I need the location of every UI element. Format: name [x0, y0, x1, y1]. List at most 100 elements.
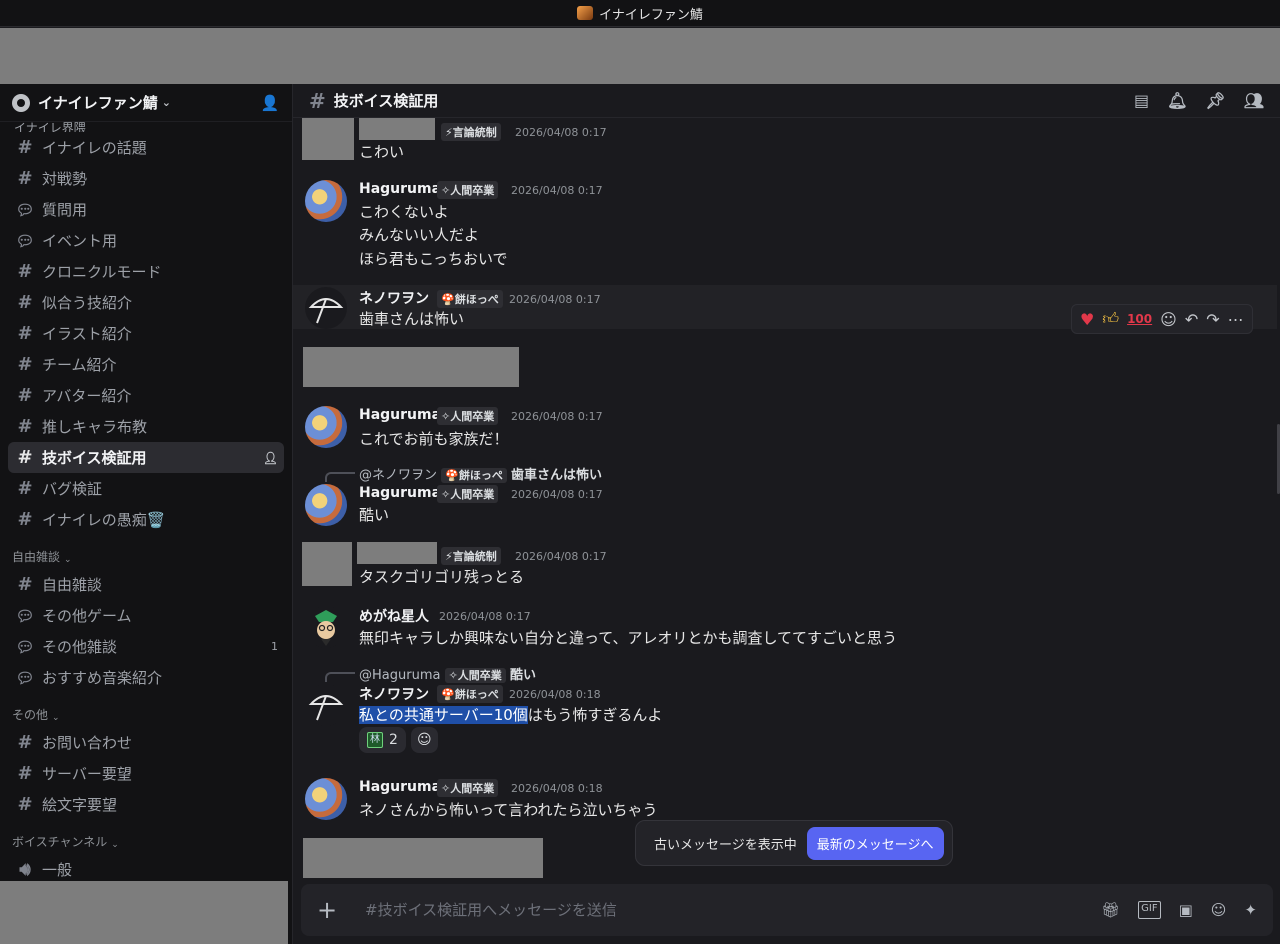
- channel-sidebar: イナイレファン鯖 ⌄ 👤 イナイレ界隈 # イナイレの話題 # 対戦勢 💬︎ 質問用 💬︎ イ…: [0, 84, 292, 944]
- add-reaction-icon[interactable]: ☺: [1160, 310, 1177, 329]
- message: ⚡言論統制 2026/04/08 0:17 タスクゴリゴリ残っとる: [293, 542, 1277, 590]
- channel-item[interactable]: # サーバー要望: [8, 758, 284, 789]
- avatar[interactable]: [305, 287, 347, 329]
- channel-label: その他雑談: [42, 638, 118, 656]
- invite-icon[interactable]: 👤︎: [263, 451, 278, 465]
- reply-preview[interactable]: @ネノワヲン 🍄餅ほっぺ 歯車さんは怖い: [359, 464, 602, 483]
- hash-icon: #: [17, 794, 33, 815]
- members-icon[interactable]: 👥︎: [1244, 91, 1264, 110]
- channel-item[interactable]: # バグ検証: [8, 473, 284, 504]
- channel-label: サーバー要望: [42, 765, 132, 783]
- username[interactable]: Haguruma: [359, 407, 441, 423]
- category-header[interactable]: ボイスチャンネル ⌄: [8, 826, 284, 854]
- forward-icon[interactable]: ↷: [1206, 310, 1219, 329]
- timestamp: 2026/04/08 0:18: [511, 782, 603, 795]
- timestamp: 2026/04/08 0:17: [515, 550, 607, 563]
- channel-item[interactable]: # イラスト紹介: [8, 318, 284, 349]
- channel-item[interactable]: # お問い合わせ: [8, 727, 284, 758]
- channel-item[interactable]: # 絵文字要望: [8, 789, 284, 820]
- jump-to-present-bar: 古いメッセージを表示中 最新のメッセージへ: [635, 820, 953, 866]
- message-text: こわくないよ: [359, 203, 449, 221]
- category-header[interactable]: 自由雑談 ⌄: [8, 541, 284, 569]
- more-icon[interactable]: ⋯: [1228, 310, 1244, 329]
- apps-icon[interactable]: ✦: [1244, 901, 1257, 919]
- invite-people-icon[interactable]: 👤: [260, 94, 280, 112]
- sticker-icon[interactable]: ▣: [1179, 901, 1193, 919]
- reply-icon[interactable]: ↶: [1185, 310, 1198, 329]
- speaker-icon: 🔊︎: [19, 859, 31, 880]
- hash-icon: #: [17, 323, 33, 344]
- category-label: ボイスチャンネル: [12, 835, 108, 849]
- gif-icon[interactable]: GIF: [1138, 901, 1161, 919]
- message-text: 歯車さんは怖い: [359, 310, 465, 328]
- threads-icon[interactable]: ▤: [1134, 91, 1149, 110]
- role-tag: 🍄餅ほっぺ: [437, 290, 503, 308]
- username[interactable]: ネノワヲン: [359, 684, 429, 704]
- category-header[interactable]: その他 ⌄: [8, 699, 284, 727]
- timestamp: 2026/04/08 0:17: [509, 293, 601, 306]
- window-title: イナイレファン鯖: [599, 7, 703, 23]
- reaction-pill[interactable]: 林 2: [359, 727, 406, 753]
- message-list: ⚡言論統制 2026/04/08 0:17 こわい Haguruma ✧人間卒業…: [293, 118, 1280, 878]
- hundred-icon[interactable]: 100: [1127, 312, 1152, 326]
- forum-icon: 💬︎: [15, 637, 35, 656]
- channel-item[interactable]: # 技ボイス検証用 👤︎: [8, 442, 284, 473]
- hash-icon: #: [17, 261, 33, 282]
- thumbs-up-icon[interactable]: 👍︎: [1102, 309, 1119, 329]
- hash-icon: #: [17, 509, 33, 530]
- channel-item[interactable]: # チーム紹介: [8, 349, 284, 380]
- avatar[interactable]: [305, 606, 347, 648]
- category-label: その他: [12, 708, 49, 722]
- emoji-icon[interactable]: ☺: [1211, 901, 1227, 919]
- channel-label: バグ検証: [42, 480, 103, 498]
- username[interactable]: Haguruma: [359, 181, 441, 197]
- channel-item[interactable]: # イナイレの話題: [8, 132, 284, 163]
- username[interactable]: Haguruma: [359, 779, 441, 795]
- channel-item[interactable]: # 似合う技紹介: [8, 287, 284, 318]
- channel-item[interactable]: # 自由雑談: [8, 569, 284, 600]
- avatar[interactable]: [305, 484, 347, 526]
- avatar[interactable]: [305, 180, 347, 222]
- hash-icon: #: [309, 88, 326, 113]
- avatar[interactable]: [305, 406, 347, 448]
- username[interactable]: Haguruma: [359, 485, 441, 501]
- jump-to-latest-button[interactable]: 最新のメッセージへ: [806, 826, 944, 860]
- channel-item[interactable]: # アバター紹介: [8, 380, 284, 411]
- timestamp: 2026/04/08 0:17: [439, 610, 531, 623]
- avatar[interactable]: [305, 778, 347, 820]
- reply-preview[interactable]: @Haguruma ✧人間卒業 酷い: [359, 664, 536, 683]
- message: Haguruma ✧人間卒業 2026/04/08 0:17 これでお前も家族だ…: [293, 404, 1277, 452]
- channel-item[interactable]: 💬︎ その他雑談 1: [8, 631, 284, 662]
- timestamp: 2026/04/08 0:17: [511, 410, 603, 423]
- server-app-icon: [577, 6, 594, 20]
- hash-icon: #: [17, 763, 33, 784]
- avatar[interactable]: [305, 684, 347, 726]
- channel-label: イナイレの愚痴🗑️: [42, 511, 166, 529]
- channel-item[interactable]: 💬︎ イベント用: [8, 225, 284, 256]
- username[interactable]: ネノワヲン: [359, 288, 429, 308]
- server-header[interactable]: イナイレファン鯖 ⌄ 👤: [0, 84, 292, 122]
- channel-item[interactable]: 💬︎ その他ゲーム: [8, 600, 284, 631]
- gift-icon[interactable]: 🎁︎: [1101, 901, 1120, 919]
- channel-partial[interactable]: イナイレ界隈: [8, 122, 284, 132]
- channel-item[interactable]: 💬︎ 質問用: [8, 194, 284, 225]
- role-tag: ✧人間卒業: [437, 485, 499, 503]
- message-input[interactable]: [365, 901, 1102, 919]
- channel-item[interactable]: # クロニクルモード: [8, 256, 284, 287]
- pin-icon[interactable]: 📌︎: [1205, 91, 1225, 110]
- heart-icon[interactable]: ♥: [1080, 310, 1094, 329]
- plus-icon[interactable]: +: [317, 896, 347, 924]
- add-reaction-button[interactable]: ☺: [411, 727, 438, 753]
- channel-item[interactable]: # 推しキャラ布教: [8, 411, 284, 442]
- channel-label: 対戦勢: [42, 170, 88, 188]
- message-text: 無印キャラしか興味ない自分と違って、アレオリとかも調査しててすごいと思う: [359, 629, 898, 647]
- username[interactable]: めがね星人: [359, 606, 429, 626]
- channel-item[interactable]: # 対戦勢: [8, 163, 284, 194]
- chevron-down-icon: ⌄: [161, 96, 171, 109]
- unread-badge: 1: [271, 640, 278, 653]
- role-tag: ✧人間卒業: [437, 779, 499, 797]
- channel-item[interactable]: # イナイレの愚痴🗑️: [8, 504, 284, 535]
- bell-icon[interactable]: 🔔︎: [1167, 91, 1187, 110]
- reply-connector: [325, 472, 355, 482]
- channel-item[interactable]: 💬︎ おすすめ音楽紹介: [8, 662, 284, 693]
